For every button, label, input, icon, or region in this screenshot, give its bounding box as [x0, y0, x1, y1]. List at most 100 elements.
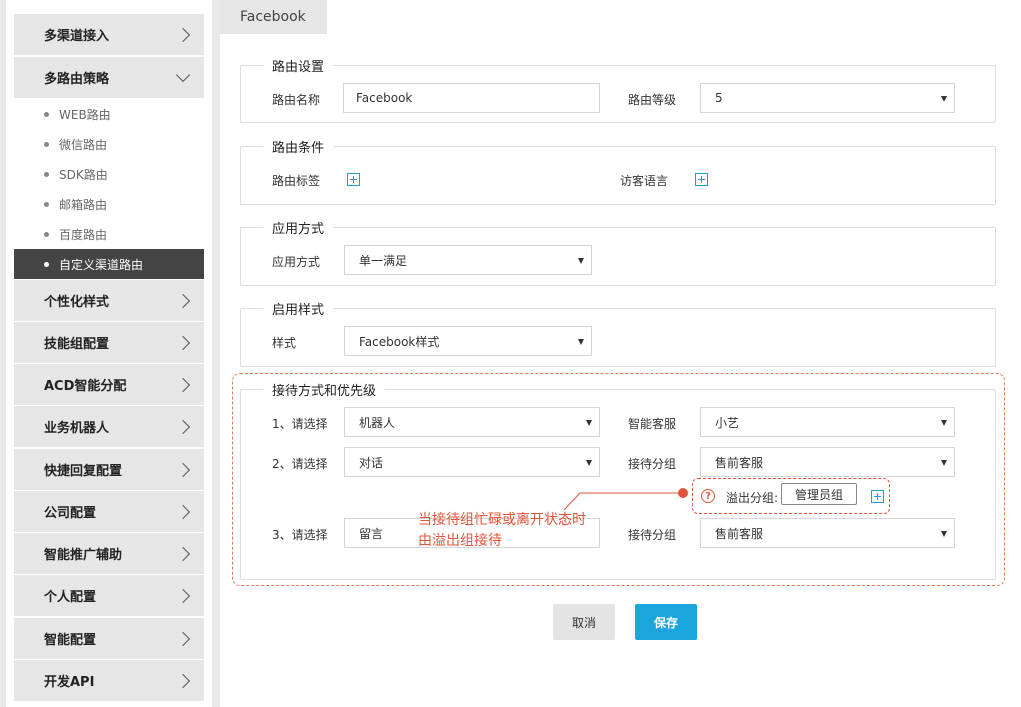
sidebar-item-quickreply[interactable]: 快捷回复配置: [14, 449, 204, 490]
overflow-group-value: 管理员组: [795, 487, 844, 502]
route-tag-label: 路由标签: [272, 174, 321, 188]
style-select[interactable]: Facebook样式: [344, 326, 592, 356]
sidebar-item-label: 个性化样式: [44, 295, 110, 310]
add-route-tag-icon[interactable]: [347, 173, 360, 186]
reception-group-label: 接待分组: [628, 457, 677, 471]
overflow-group-tag[interactable]: 管理员组: [781, 483, 858, 505]
sidebar-item-label: 个人配置: [44, 590, 97, 605]
chevron-right-icon: [175, 504, 191, 519]
sidebar-subitem-label: 邮箱路由: [59, 197, 108, 212]
sidebar-item-label: 开发API: [44, 675, 95, 690]
sidebar-item-multiroute[interactable]: 多路由策略: [14, 57, 204, 98]
sidebar-item-label: 业务机器人: [44, 421, 110, 436]
sidebar-item-label: 多路由策略: [44, 72, 110, 87]
caret-down-icon: [578, 258, 584, 264]
sidebar-item-robot[interactable]: 业务机器人: [14, 406, 204, 447]
chevron-right-icon: [175, 631, 191, 646]
reception-group-select-3[interactable]: 售前客服: [700, 518, 955, 548]
save-button[interactable]: 保存: [635, 604, 697, 640]
route-name-label: 路由名称: [272, 93, 321, 107]
priority-2-select[interactable]: 对话: [344, 447, 600, 477]
bullet-icon: [44, 111, 49, 117]
sidebar-item-company[interactable]: 公司配置: [14, 491, 204, 532]
route-name-input[interactable]: Facebook: [343, 83, 600, 113]
reception-group-value: 售前客服: [715, 455, 764, 470]
add-visitor-language-icon[interactable]: [695, 173, 708, 186]
reception-group-value: 售前客服: [715, 526, 764, 541]
annotation-text: 当接待组忙碌或离开状态时 由溢出组接待: [418, 510, 648, 552]
sidebar-item-smart[interactable]: 智能配置: [14, 618, 204, 659]
route-level-label: 路由等级: [628, 93, 677, 107]
sidebar-item-multichannel[interactable]: 多渠道接入: [14, 14, 204, 55]
priority-2-label: 2、请选择: [272, 457, 328, 471]
sidebar-subitem-label: 百度路由: [59, 227, 108, 242]
priority-3-value: 留言: [359, 526, 384, 541]
caret-down-icon: [941, 460, 947, 466]
add-overflow-group-icon[interactable]: [871, 490, 884, 503]
priority-2-value: 对话: [359, 455, 384, 470]
sidebar-subitem-web[interactable]: WEB路由: [14, 99, 204, 129]
section-title: 启用样式: [272, 303, 325, 318]
sidebar-item-skillgroup[interactable]: 技能组配置: [14, 322, 204, 363]
style-label: 样式: [272, 336, 297, 350]
sidebar-item-label: 智能配置: [44, 633, 97, 648]
sidebar-subitem-sdk[interactable]: SDK路由: [14, 159, 204, 189]
sidebar-subitem-label: WEB路由: [59, 107, 111, 122]
route-conditions-section: 路由条件: [240, 137, 996, 205]
sidebar-subitem-wechat[interactable]: 微信路由: [14, 129, 204, 159]
sidebar-item-label: 智能推广辅助: [44, 548, 123, 563]
caret-down-icon: [941, 531, 947, 537]
style-value: Facebook样式: [359, 334, 440, 349]
sidebar-item-acd[interactable]: ACD智能分配: [14, 364, 204, 405]
sidebar-item-promotion[interactable]: 智能推广辅助: [14, 533, 204, 574]
caret-down-icon: [586, 420, 592, 426]
sidebar-subitem-email[interactable]: 邮箱路由: [14, 189, 204, 219]
bullet-icon: [44, 201, 49, 207]
reception-group-select[interactable]: 售前客服: [700, 447, 955, 477]
apply-mode-value: 单一满足: [359, 253, 408, 268]
bullet-icon: [44, 261, 49, 267]
help-glyph: ?: [705, 490, 711, 502]
sidebar-item-label: 多渠道接入: [44, 29, 110, 44]
section-title: 路由设置: [272, 60, 325, 75]
smart-service-value: 小艺: [715, 415, 740, 430]
priority-3-label: 3、请选择: [272, 528, 328, 542]
chevron-down-icon: [175, 67, 191, 82]
chevron-right-icon: [175, 588, 191, 603]
bullet-icon: [44, 231, 49, 237]
sidebar-subitem-baidu[interactable]: 百度路由: [14, 219, 204, 249]
chevron-right-icon: [175, 419, 191, 434]
caret-down-icon: [941, 96, 947, 102]
smart-service-select[interactable]: 小艺: [700, 407, 955, 437]
cancel-button[interactable]: 取消: [553, 604, 615, 640]
apply-mode-select[interactable]: 单一满足: [344, 245, 592, 275]
sidebar-item-style[interactable]: 个性化样式: [14, 280, 204, 321]
tab-facebook[interactable]: Facebook: [220, 0, 327, 34]
priority-1-select[interactable]: 机器人: [344, 407, 600, 437]
chevron-right-icon: [175, 27, 191, 42]
sidebar-item-api[interactable]: 开发API: [14, 660, 204, 701]
priority-1-label: 1、请选择: [272, 417, 328, 431]
caret-down-icon: [578, 339, 584, 345]
smart-service-label: 智能客服: [628, 417, 677, 431]
priority-1-value: 机器人: [359, 415, 396, 430]
sidebar: 多渠道接入 多路由策略 WEB路由 微信路由 SDK路由 邮箱路由 百度路由 自…: [6, 0, 212, 707]
sidebar-item-label: ACD智能分配: [44, 379, 127, 394]
visitor-language-label: 访客语言: [620, 174, 669, 188]
section-title: 接待方式和优先级: [272, 384, 377, 399]
route-level-value: 5: [715, 91, 723, 105]
sidebar-item-personal[interactable]: 个人配置: [14, 575, 204, 616]
sidebar-subitem-custom[interactable]: 自定义渠道路由: [14, 249, 204, 279]
help-icon[interactable]: ?: [701, 489, 715, 503]
sidebar-item-label: 技能组配置: [44, 337, 110, 352]
route-name-value: Facebook: [356, 91, 413, 105]
chevron-right-icon: [175, 673, 191, 688]
section-title: 路由条件: [272, 141, 325, 156]
annotation-line-1: 当接待组忙碌或离开状态时: [418, 512, 586, 528]
caret-down-icon: [586, 460, 592, 466]
bullet-icon: [44, 141, 49, 147]
sidebar-subitem-label: SDK路由: [59, 167, 108, 182]
section-title: 应用方式: [272, 222, 325, 237]
caret-down-icon: [941, 420, 947, 426]
route-level-select[interactable]: 5: [700, 83, 955, 113]
